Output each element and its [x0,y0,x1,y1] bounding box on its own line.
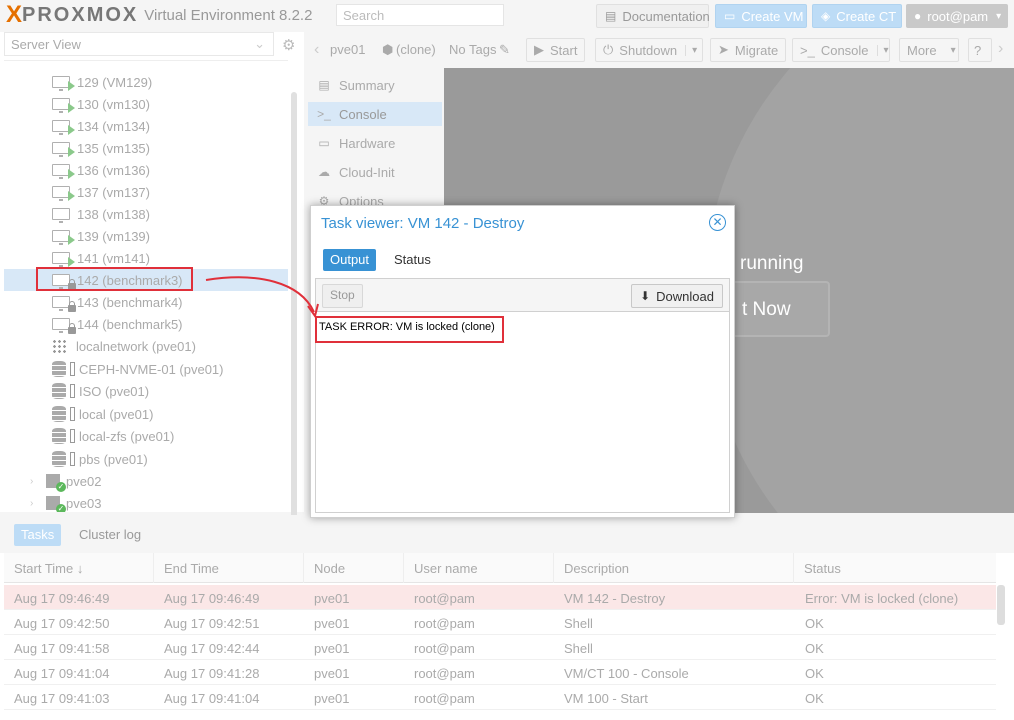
annotation-arrow [205,276,319,319]
annotation-arrow-path [205,276,315,313]
